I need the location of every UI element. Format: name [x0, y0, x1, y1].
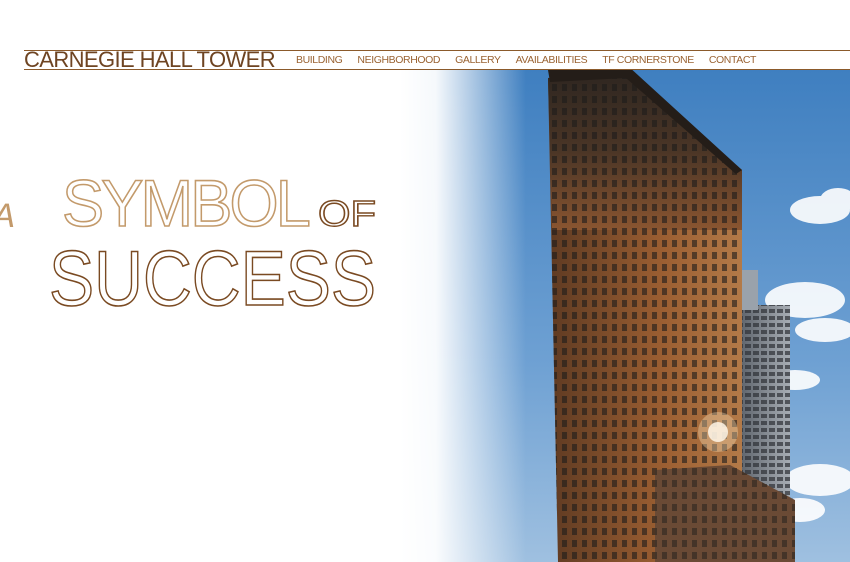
hero-section: A SYMBOL OF SUCCESS: [0, 70, 850, 562]
building-photo: [400, 70, 850, 562]
nav-contact[interactable]: CONTACT: [709, 54, 757, 66]
headline-word-a: A: [0, 197, 20, 235]
main-nav: BUILDING NEIGHBORHOOD GALLERY AVAILABILI…: [296, 54, 756, 66]
headline-graphic: A SYMBOL OF SUCCESS: [0, 165, 377, 323]
nav-gallery[interactable]: GALLERY: [455, 54, 501, 66]
site-header: CARNEGIE HALL TOWER BUILDING NEIGHBORHOO…: [0, 0, 850, 72]
headline-word-symbol: SYMBOL: [62, 166, 309, 240]
headline-word-success: SUCCESS: [49, 234, 376, 322]
site-logo[interactable]: CARNEGIE HALL TOWER: [24, 49, 276, 71]
headline-word-of: OF: [318, 193, 376, 234]
hero-headline: A SYMBOL OF SUCCESS: [0, 70, 420, 562]
nav-neighborhood[interactable]: NEIGHBORHOOD: [357, 54, 440, 66]
nav-tf-cornerstone[interactable]: TF CORNERSTONE: [602, 54, 694, 66]
nav-building[interactable]: BUILDING: [296, 54, 343, 66]
nav-availabilities[interactable]: AVAILABILITIES: [516, 54, 588, 66]
building-illustration: [400, 70, 850, 562]
